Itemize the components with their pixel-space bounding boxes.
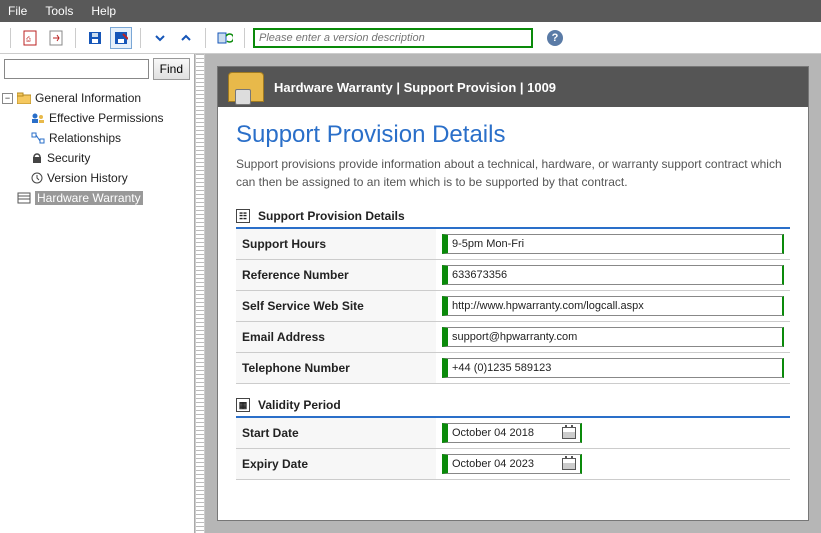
reference-number-field[interactable]: 633673356 <box>442 265 784 285</box>
collapse-icon[interactable] <box>149 27 171 49</box>
calendar-picker-icon[interactable] <box>562 427 576 439</box>
calendar-picker-icon[interactable] <box>562 458 576 470</box>
version-description-input[interactable] <box>253 28 533 48</box>
splitter[interactable] <box>195 54 205 533</box>
main-area: Hardware Warranty | Support Provision | … <box>205 54 821 533</box>
nav-tree: −General Information Effective Permissio… <box>0 84 194 212</box>
sidebar: Find −General Information Effective Perm… <box>0 54 195 533</box>
section-validity-period: ▦Validity Period <box>236 394 790 418</box>
toolbar: ⎙ ? <box>0 22 821 54</box>
start-date-field[interactable]: October 04 2018 <box>442 423 582 443</box>
row-self-service-web: Self Service Web Sitehttp://www.hpwarran… <box>236 291 790 322</box>
web-site-field[interactable]: http://www.hpwarranty.com/logcall.aspx <box>442 296 784 316</box>
save-icon[interactable] <box>84 27 106 49</box>
row-expiry-date: Expiry DateOctober 04 2023 <box>236 449 790 480</box>
help-icon[interactable]: ? <box>547 30 563 46</box>
tree-version-history[interactable]: Version History <box>2 168 192 188</box>
tree-root[interactable]: −General Information <box>2 88 192 108</box>
find-button[interactable]: Find <box>153 58 190 80</box>
menu-help[interactable]: Help <box>91 4 116 18</box>
refresh-icon[interactable] <box>214 27 236 49</box>
row-reference-number: Reference Number633673356 <box>236 260 790 291</box>
svg-text:⎙: ⎙ <box>26 36 31 43</box>
tree-security[interactable]: Security <box>2 148 192 168</box>
tree-effective-permissions[interactable]: Effective Permissions <box>2 108 192 128</box>
row-telephone: Telephone Number+44 (0)1235 589123 <box>236 353 790 384</box>
panel-title: Hardware Warranty | Support Provision | … <box>274 80 556 95</box>
support-hours-field[interactable]: 9-5pm Mon-Fri <box>442 234 784 254</box>
calendar-icon: ▦ <box>236 398 250 412</box>
tree-relationships[interactable]: Relationships <box>2 128 192 148</box>
form-icon: ☷ <box>236 209 250 223</box>
row-support-hours: Support Hours9-5pm Mon-Fri <box>236 229 790 260</box>
folder-phone-icon <box>228 72 264 102</box>
menu-tools[interactable]: Tools <box>45 4 73 18</box>
row-email: Email Addresssupport@hpwarranty.com <box>236 322 790 353</box>
telephone-field[interactable]: +44 (0)1235 589123 <box>442 358 784 378</box>
save-edit-icon[interactable] <box>110 27 132 49</box>
tree-hardware-warranty[interactable]: Hardware Warranty <box>2 188 192 208</box>
pdf-icon[interactable]: ⎙ <box>19 27 41 49</box>
page-title: Support Provision Details <box>236 121 790 149</box>
menu-bar: File Tools Help <box>0 0 821 22</box>
export-icon[interactable] <box>45 27 67 49</box>
email-field[interactable]: support@hpwarranty.com <box>442 327 784 347</box>
panel-header: Hardware Warranty | Support Provision | … <box>218 67 808 107</box>
find-input[interactable] <box>4 59 149 79</box>
expand-icon[interactable] <box>175 27 197 49</box>
section-support-details: ☷Support Provision Details <box>236 205 790 229</box>
menu-file[interactable]: File <box>8 4 27 18</box>
expiry-date-field[interactable]: October 04 2023 <box>442 454 582 474</box>
row-start-date: Start DateOctober 04 2018 <box>236 418 790 449</box>
page-description: Support provisions provide information a… <box>236 155 790 191</box>
